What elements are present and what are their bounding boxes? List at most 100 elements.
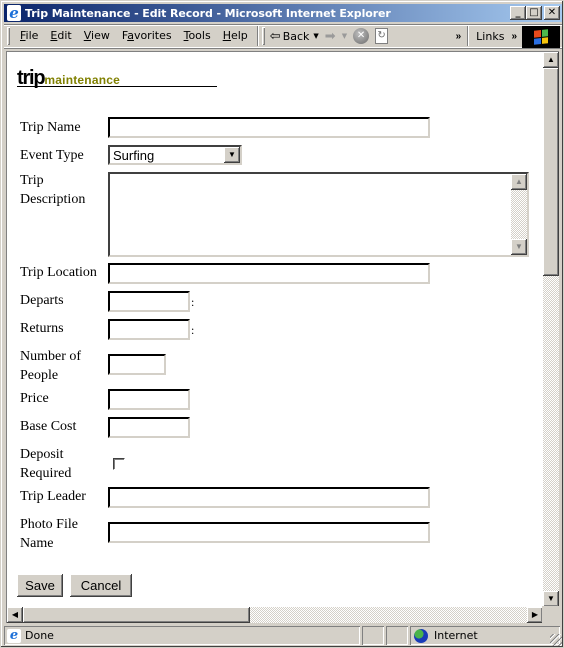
textarea-scrollbar[interactable]: ▲ ▼	[511, 174, 527, 255]
deposit-required-checkbox[interactable]	[113, 458, 125, 470]
forward-dropdown-icon[interactable]: ▼	[342, 32, 347, 40]
vertical-scrollbar[interactable]: ▲ ▼	[543, 52, 559, 607]
status-bar: e Done Internet	[4, 625, 562, 646]
departs-suffix: :	[191, 295, 195, 309]
scrollbar-corner	[542, 606, 559, 623]
browser-window: e Trip Maintenance - Edit Record - Micro…	[0, 0, 564, 648]
price-input[interactable]	[108, 389, 190, 410]
toolbar-separator	[257, 26, 259, 46]
menu-favorites-label: vorites	[133, 29, 172, 42]
toolbar-separator-2	[467, 26, 469, 46]
status-zone: Internet	[434, 629, 478, 642]
logo-maintenance: maintenance	[44, 73, 120, 87]
toolbar-grip-2[interactable]	[262, 27, 265, 45]
trip-maintenance-logo: tripmaintenance	[17, 68, 217, 88]
menu-toolbar: File Edit View Favorites Tools Help ⇦ Ba…	[4, 24, 562, 48]
stop-button[interactable]: ✕	[350, 26, 372, 46]
photo-file-name-input[interactable]	[108, 522, 430, 543]
deposit-required-label-2: Required	[20, 466, 72, 481]
photo-file-name-label-1: Photo File	[20, 517, 78, 532]
toolbar-chevron-icon[interactable]: »	[453, 31, 465, 42]
menu-favorites[interactable]: Favorites	[116, 27, 178, 45]
menu-help-label: elp	[230, 29, 248, 42]
departs-label: Departs	[20, 293, 64, 308]
scroll-left-icon[interactable]: ◀	[7, 607, 23, 623]
forward-arrow-icon: ➡	[324, 28, 336, 44]
status-zone-cell: Internet	[410, 626, 560, 645]
page-done-icon: e	[7, 628, 21, 643]
menu-tools[interactable]: Tools	[178, 27, 217, 45]
cancel-button[interactable]: Cancel	[70, 574, 132, 597]
horizontal-scrollbar[interactable]: ◀ ▶	[7, 607, 543, 623]
horizontal-scroll-thumb[interactable]	[23, 607, 250, 623]
menu-edit-label: dit	[57, 29, 72, 42]
vertical-scroll-thumb[interactable]	[543, 68, 559, 276]
number-of-people-input[interactable]	[108, 354, 166, 375]
window-title: Trip Maintenance - Edit Record - Microso…	[25, 6, 391, 20]
toolbar-grip[interactable]	[7, 27, 10, 45]
photo-file-name-label-2: Name	[20, 536, 54, 551]
event-type-select[interactable]: Surfing ▼	[108, 145, 242, 165]
returns-input[interactable]	[108, 319, 190, 340]
departs-input[interactable]	[108, 291, 190, 312]
back-label: Back	[282, 29, 310, 43]
status-cell-progress	[362, 626, 384, 645]
trip-description-textarea[interactable]: ▲ ▼	[108, 172, 529, 257]
trip-location-label: Trip Location	[20, 265, 97, 280]
number-of-people-label-1: Number of	[20, 349, 82, 364]
textarea-scroll-down-icon[interactable]: ▼	[511, 239, 527, 255]
textarea-scroll-up-icon[interactable]: ▲	[511, 174, 527, 190]
trip-leader-label: Trip Leader	[20, 489, 86, 504]
maximize-button[interactable]: □	[526, 6, 542, 20]
page-content: tripmaintenance Trip Name Event Type Sur…	[7, 52, 543, 607]
resize-grip[interactable]	[550, 634, 562, 646]
event-type-value: Surfing	[113, 148, 155, 163]
menu-favorites-accel: a	[127, 29, 134, 42]
returns-suffix: :	[191, 323, 195, 337]
minimize-button[interactable]: _	[510, 6, 526, 20]
base-cost-label: Base Cost	[20, 419, 77, 434]
internet-globe-icon	[414, 628, 428, 643]
trip-name-input[interactable]	[108, 117, 430, 138]
back-dropdown-icon[interactable]: ▼	[313, 32, 318, 40]
page-viewport: tripmaintenance Trip Name Event Type Sur…	[6, 51, 559, 623]
menu-help-accel: H	[222, 29, 231, 42]
menu-tools-label: ools	[188, 29, 211, 42]
scroll-right-icon[interactable]: ▶	[527, 607, 543, 623]
save-button[interactable]: Save	[17, 574, 63, 597]
price-label: Price	[20, 391, 49, 406]
menu-view-label: iew	[91, 29, 110, 42]
status-text: Done	[25, 629, 54, 642]
back-arrow-icon: ⇦	[269, 28, 281, 44]
trip-description-label-2: Description	[20, 192, 86, 207]
links-label[interactable]: Links	[472, 30, 508, 43]
refresh-button[interactable]: ↻	[372, 26, 391, 46]
chevron-down-icon[interactable]: ▼	[224, 147, 240, 163]
menu-file-label: ile	[25, 29, 39, 42]
menu-edit[interactable]: Edit	[44, 27, 77, 45]
close-button[interactable]: ✕	[544, 6, 560, 20]
ie-icon: e	[6, 5, 22, 21]
scroll-up-icon[interactable]: ▲	[543, 52, 559, 68]
status-text-cell: e Done	[4, 626, 360, 645]
trip-leader-input[interactable]	[108, 487, 430, 508]
trip-location-input[interactable]	[108, 263, 430, 284]
forward-button[interactable]: ➡ ▼	[322, 26, 350, 46]
back-button[interactable]: ⇦ Back ▼	[267, 26, 322, 46]
status-cell-security	[386, 626, 408, 645]
stop-icon: ✕	[353, 28, 370, 44]
deposit-required-label-1: Deposit	[20, 447, 64, 462]
menu-file[interactable]: File	[14, 27, 44, 45]
number-of-people-label-2: People	[20, 368, 59, 383]
menu-help[interactable]: Help	[217, 27, 254, 45]
event-type-label: Event Type	[20, 148, 84, 163]
links-chevron-icon[interactable]: »	[508, 31, 520, 42]
menu-view-accel: V	[83, 29, 92, 42]
refresh-icon: ↻	[375, 28, 389, 44]
title-bar[interactable]: e Trip Maintenance - Edit Record - Micro…	[4, 4, 562, 22]
trip-name-label: Trip Name	[20, 120, 81, 135]
base-cost-input[interactable]	[108, 417, 190, 438]
returns-label: Returns	[20, 321, 64, 336]
scroll-down-icon[interactable]: ▼	[543, 591, 559, 607]
menu-view[interactable]: View	[78, 27, 116, 45]
